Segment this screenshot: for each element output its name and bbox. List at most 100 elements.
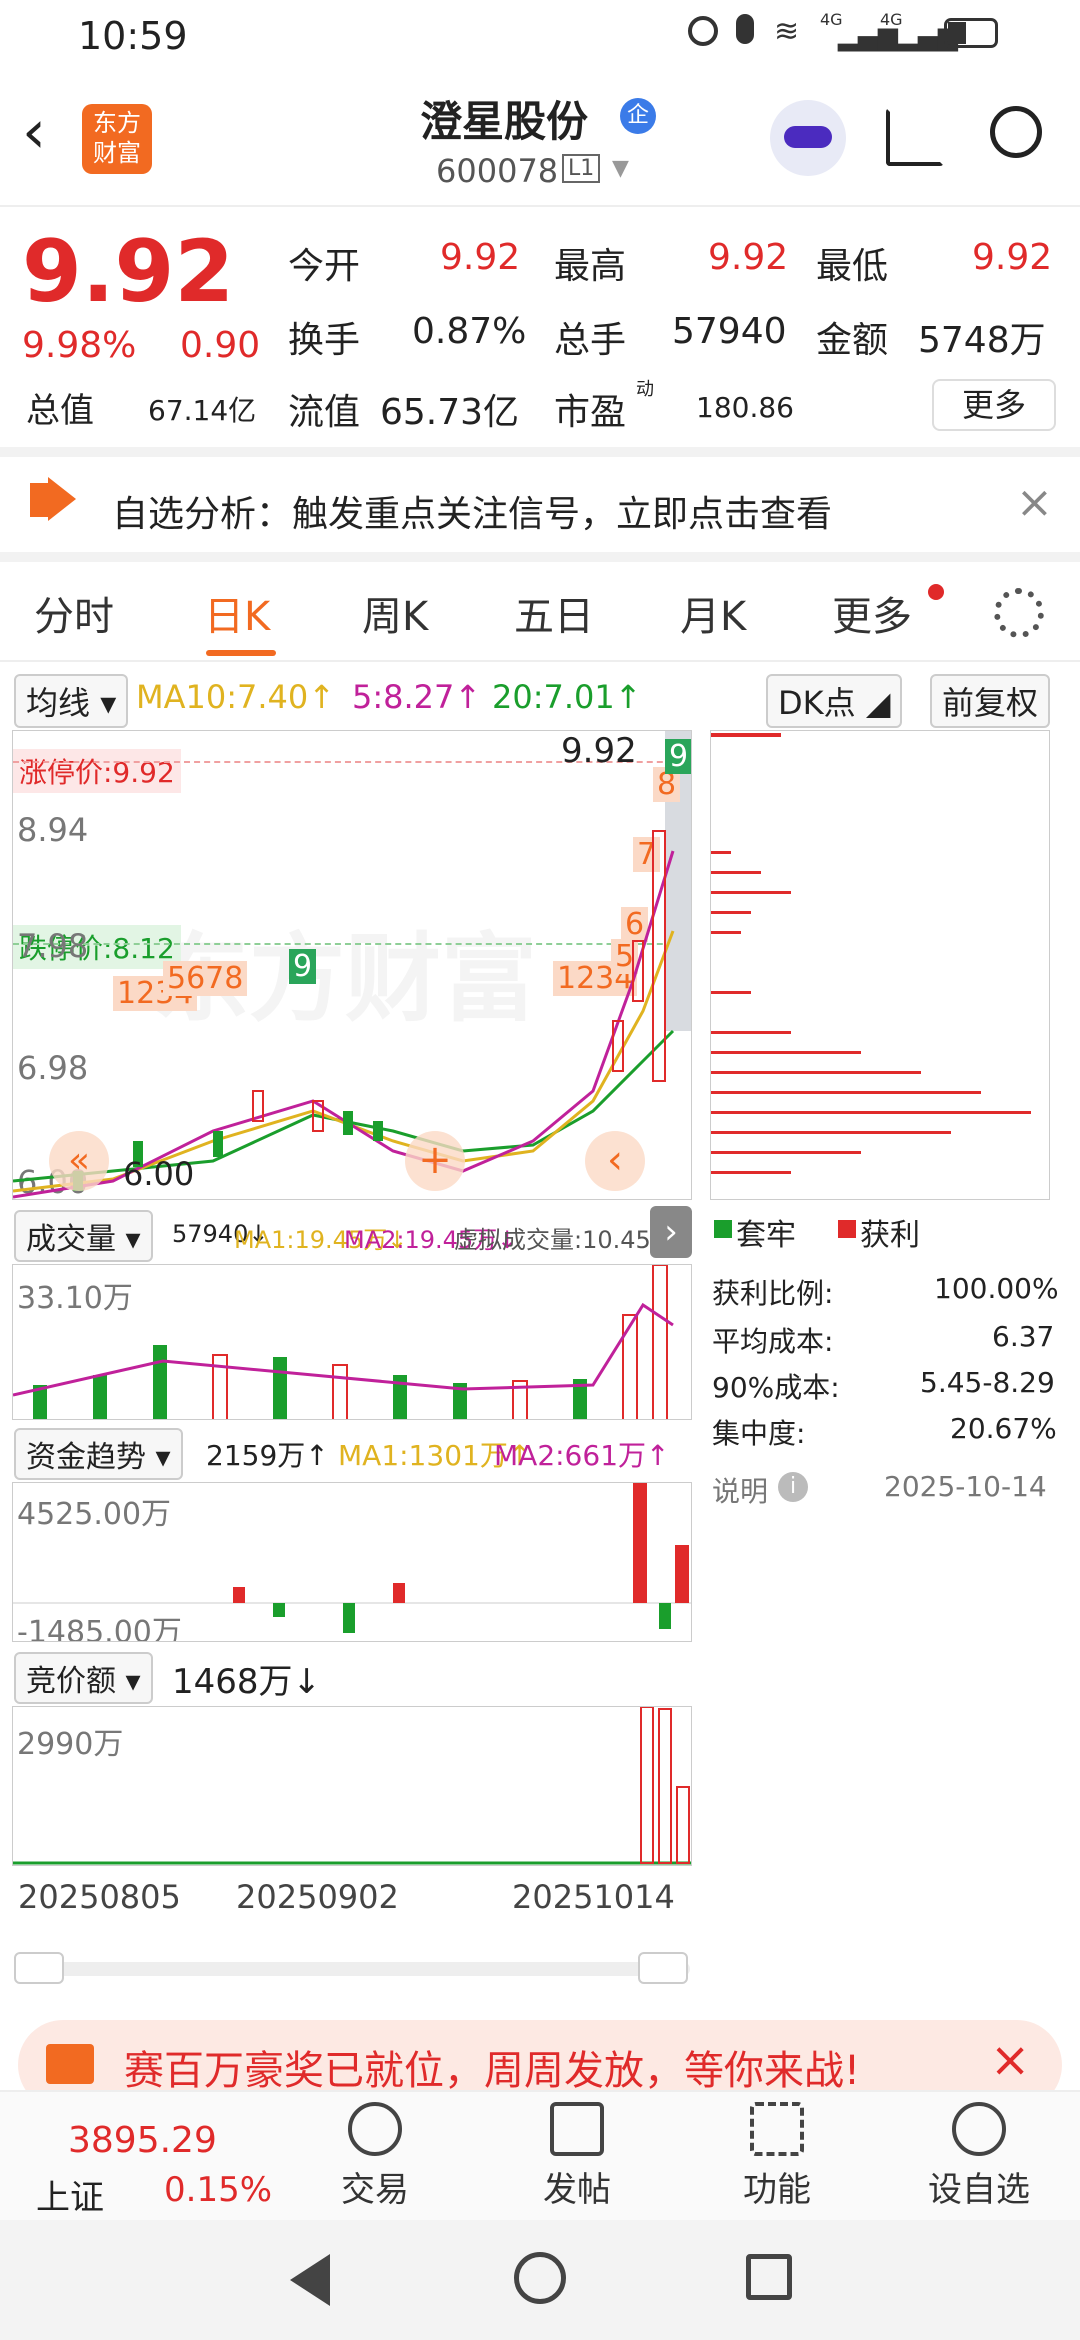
low-marker: 6.00 (123, 1155, 195, 1193)
nav-trade[interactable]: 交易 (310, 2102, 440, 2211)
ma-selector[interactable]: 均线 ▾ (14, 674, 129, 728)
fund-bar (659, 1603, 671, 1629)
legend-profit: 获利 (860, 1218, 920, 1253)
legend-swatch-trap (714, 1220, 732, 1238)
tab-weekly-k[interactable]: 周K (362, 584, 428, 642)
bid-bar (676, 1786, 690, 1864)
more-dots-icon (952, 2102, 1006, 2156)
eye-icon (688, 16, 718, 46)
tab-five-day[interactable]: 五日 (514, 584, 594, 642)
index-value[interactable]: 3895.29 (68, 2120, 217, 2161)
more-button[interactable]: 更多 (932, 379, 1056, 431)
amount-value: 5748万 (918, 320, 1046, 361)
index-pct[interactable]: 0.15% (164, 2170, 272, 2210)
index-name[interactable]: 上证 (36, 2170, 104, 2219)
app-logo[interactable]: 东方 财富 (82, 104, 152, 174)
speaker-cone (48, 477, 76, 521)
tab-daily-k[interactable]: 日K (204, 584, 270, 642)
ma5-line (13, 850, 675, 1199)
profit-ratio-value: 100.00% (934, 1272, 1059, 1305)
back-triangle-icon[interactable] (290, 2254, 330, 2306)
volume-bar (652, 1265, 668, 1419)
bid-value: 1468万↓ (172, 1662, 322, 1702)
home-icon[interactable] (514, 2252, 566, 2304)
ma5-value: 5:8.27↑ (352, 678, 482, 716)
level-badge[interactable]: L1 (562, 154, 601, 183)
header: ‹ 东方 财富 澄星股份 企 600078 L1 ▼ (0, 72, 1080, 207)
chip-distribution[interactable] (710, 730, 1050, 1200)
scroll-left-icon[interactable]: « (49, 1131, 109, 1191)
range-slider[interactable] (14, 1962, 690, 1976)
tab-monthly-k[interactable]: 月K (680, 584, 746, 642)
crosshair-icon[interactable]: + (405, 1131, 465, 1191)
back-icon[interactable]: ‹ (22, 102, 46, 162)
fund-bar (233, 1587, 245, 1603)
logo-line2: 财富 (93, 139, 141, 167)
pe-superscript: 动 (636, 379, 654, 400)
ma-selector-label: 均线 (26, 684, 91, 722)
legend-trap: 套牢 (736, 1218, 796, 1253)
scroll-back-icon[interactable]: ‹ (585, 1131, 645, 1191)
chart-area: 均线 ▾ MA10:7.40↑ 5:8.27↑ 20:7.01↑ DK点 ◢ 前… (0, 664, 1080, 1994)
chip-bar (711, 851, 731, 854)
volume-bar (622, 1314, 638, 1419)
high-value: 9.92 (708, 237, 789, 278)
alert-text[interactable]: 自选分析：触发重点关注信号，立即点击查看 (112, 485, 832, 537)
fund-selector[interactable]: 资金趋势 ▾ (14, 1428, 183, 1480)
dk-selector[interactable]: DK点 ◢ (766, 674, 903, 728)
info-icon[interactable]: i (778, 1472, 808, 1502)
pe-label: 市盈 (554, 392, 627, 433)
nav-post[interactable]: 发帖 (512, 2102, 642, 2211)
fund-bar (273, 1603, 285, 1617)
kline-svg (13, 830, 675, 1199)
float-value: 65.73亿 (380, 392, 520, 433)
change-pct: 9.98% (22, 325, 137, 366)
fund-svg (13, 1483, 691, 1633)
banner-text[interactable]: 赛百万豪奖已就位，周周发放，等你来战! (124, 2038, 860, 2096)
date-label: 20250902 (236, 1878, 399, 1916)
edit-icon (550, 2102, 604, 2156)
volume-chart[interactable]: 33.10万 (12, 1264, 692, 1420)
fund-chart[interactable]: 4525.00万 -1485.00万 (12, 1482, 692, 1642)
chip-svg (711, 733, 1031, 1174)
range-handle-left[interactable] (14, 1952, 64, 1984)
share-icon[interactable] (886, 108, 944, 166)
close-icon[interactable]: × (1016, 477, 1053, 528)
range-handle-right[interactable] (638, 1952, 688, 1984)
tab-more[interactable]: 更多 (832, 584, 912, 642)
volume-bar (332, 1364, 348, 1419)
assistant-avatar[interactable] (770, 100, 846, 176)
nav-function[interactable]: 功能 (712, 2102, 842, 2211)
ma20-value: 20:7.01↑ (492, 678, 642, 716)
logo-line1: 东方 (93, 109, 141, 137)
pe-value: 180.86 (696, 391, 794, 424)
adjust-selector[interactable]: 前复权 (930, 674, 1051, 728)
close-icon[interactable]: × (990, 2032, 1030, 2088)
alert-bar[interactable]: 自选分析：触发重点关注信号，立即点击查看 × (0, 457, 1080, 562)
amount-label: 金额 (816, 320, 889, 361)
system-nav (0, 2220, 1080, 2340)
tab-intraday[interactable]: 分时 (34, 584, 114, 642)
low-label: 最低 (816, 246, 889, 287)
bid-chart[interactable]: 2990万 (12, 1706, 692, 1866)
recents-icon[interactable] (746, 2254, 792, 2300)
bid-selector[interactable]: 竞价额 ▾ (14, 1652, 153, 1704)
chip-bar (711, 1151, 861, 1154)
note-label[interactable]: 说明 (712, 1470, 768, 1510)
grid-icon (750, 2102, 804, 2156)
nav-add-favorite[interactable]: 设自选 (914, 2102, 1044, 2211)
expand-icon[interactable]: › (650, 1206, 692, 1258)
search-icon[interactable] (990, 106, 1042, 158)
volume-bar (93, 1375, 107, 1419)
volume-value: 57940 (672, 311, 787, 352)
kline-chart[interactable]: 东方财富 涨停价:9.92 跌停价:8.12 8.94 7.98 6.98 6.… (12, 730, 692, 1200)
nav-function-label: 功能 (743, 2170, 811, 2210)
avg-cost-value: 6.37 (992, 1320, 1055, 1353)
bid-bar (640, 1707, 654, 1864)
volume-selector[interactable]: 成交量 ▾ (14, 1210, 153, 1262)
status-time: 10:59 (78, 14, 188, 58)
date-label: 20251014 (512, 1878, 675, 1916)
gear-icon[interactable] (994, 588, 1044, 638)
chevron-down-icon[interactable]: ▼ (612, 156, 629, 181)
fund-ma2: MA2:661万↑ (494, 1439, 670, 1472)
